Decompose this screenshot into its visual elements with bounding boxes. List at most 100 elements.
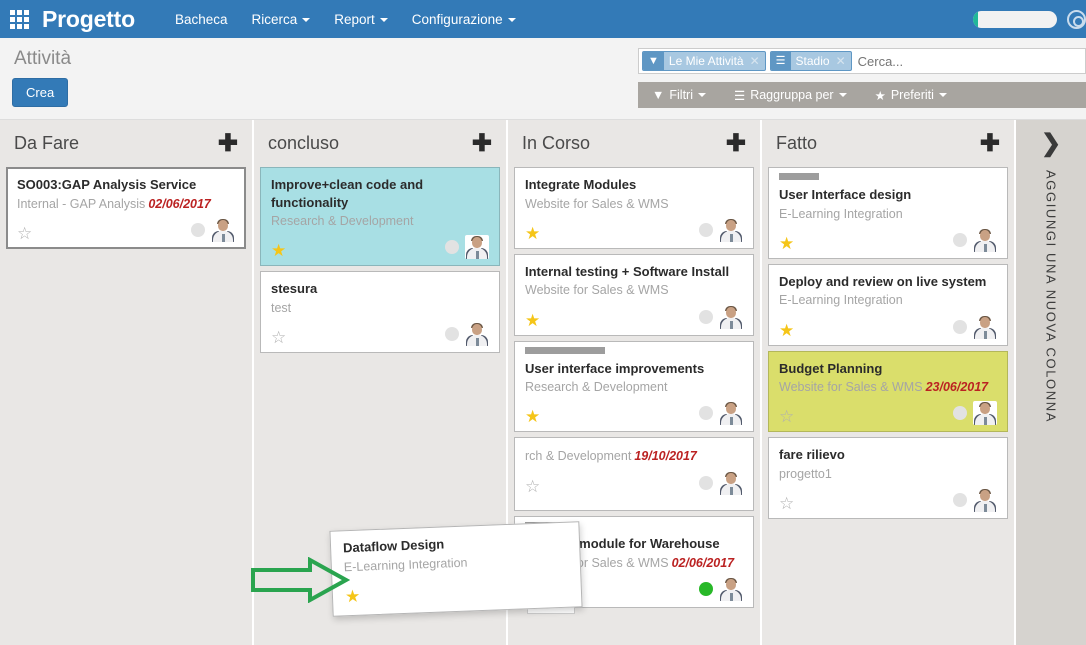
- systray-pill[interactable]: [973, 10, 1057, 28]
- column-header: In Corso ✚: [508, 120, 760, 167]
- avatar[interactable]: [973, 314, 997, 339]
- status-dot-green[interactable]: [699, 582, 713, 597]
- kanban-card[interactable]: stesura test ☆: [260, 271, 500, 354]
- menu-item-label: Report: [334, 11, 375, 27]
- filters-button[interactable]: ▼ Filtri: [638, 82, 720, 108]
- avatar[interactable]: [719, 304, 743, 329]
- card-footer-right: [191, 217, 235, 242]
- card-footer: ☆: [17, 216, 235, 242]
- star-icon[interactable]: ★: [345, 587, 361, 607]
- add-column-label: AGGIUNGI UNA NUOVA COLONNA: [1043, 170, 1059, 424]
- add-card-button[interactable]: ✚: [218, 131, 238, 156]
- column-header: Da Fare ✚: [0, 120, 252, 167]
- status-dot-grey[interactable]: [953, 232, 967, 247]
- star-icon[interactable]: ☆: [779, 495, 794, 512]
- filters-label: Filtri: [669, 88, 693, 102]
- avatar[interactable]: [973, 401, 997, 426]
- avatar[interactable]: [211, 217, 235, 242]
- menu-item-report[interactable]: Report: [322, 2, 400, 37]
- star-icon[interactable]: ★: [525, 225, 540, 242]
- chevron-down-icon: [379, 17, 388, 22]
- kanban-card[interactable]: rch & Development 19/10/2017 ☆: [514, 437, 754, 512]
- card-footer-right: [953, 227, 997, 252]
- card-subtitle-row: E-Learning Integration: [779, 206, 997, 222]
- apps-grid-icon[interactable]: [0, 0, 38, 38]
- facet-stadio[interactable]: ☰ Stadio ✕: [769, 51, 852, 71]
- star-icon[interactable]: ★: [779, 322, 794, 339]
- card-title: Internal testing + Software Install: [525, 263, 730, 279]
- kanban-card[interactable]: Internal testing + Software Install Websi…: [514, 253, 754, 336]
- add-card-button[interactable]: ✚: [726, 131, 746, 156]
- card-footer: ★: [779, 313, 997, 339]
- app-brand-title: Progetto: [42, 5, 135, 32]
- menu-item-label: Ricerca: [251, 11, 298, 27]
- avatar[interactable]: [719, 217, 743, 242]
- avatar[interactable]: [973, 227, 997, 252]
- status-dot-grey[interactable]: [699, 222, 713, 237]
- status-dot-grey[interactable]: [191, 222, 205, 237]
- status-dot-grey[interactable]: [699, 475, 713, 490]
- menu-item-bacheca[interactable]: Bacheca: [163, 2, 240, 37]
- status-dot-grey[interactable]: [445, 240, 459, 255]
- group-by-icon: ☰: [770, 52, 791, 70]
- star-icon[interactable]: ★: [525, 312, 540, 329]
- kanban-card[interactable]: fare rilievo progetto1 ☆: [768, 437, 1008, 520]
- favorites-label: Preferiti: [890, 88, 934, 102]
- avatar[interactable]: [465, 235, 489, 260]
- avatar[interactable]: [719, 401, 743, 426]
- group-by-button[interactable]: ☰ Raggruppa per: [720, 82, 861, 108]
- card-subtitle: Website for Sales & WMS: [525, 283, 669, 298]
- kanban-card[interactable]: User Interface design E-Learning Integrat…: [768, 167, 1008, 259]
- kanban-card[interactable]: Budget Planning Website for Sales & WMS 23…: [768, 350, 1008, 433]
- user-menu-icon[interactable]: [1067, 9, 1086, 29]
- add-card-button[interactable]: ✚: [980, 131, 1000, 156]
- star-icon[interactable]: ☆: [525, 478, 540, 495]
- status-dot-grey[interactable]: [445, 327, 459, 342]
- card-title: User interface improvements: [525, 360, 705, 376]
- add-card-button[interactable]: ✚: [472, 131, 492, 156]
- close-icon[interactable]: ✕: [835, 54, 851, 68]
- avatar[interactable]: [973, 488, 997, 513]
- kanban-card[interactable]: SO003:GAP Analysis Service Internal - GAP…: [6, 167, 246, 249]
- star-icon[interactable]: ☆: [271, 329, 286, 346]
- card-title: stesura: [271, 281, 318, 297]
- star-icon[interactable]: ★: [525, 408, 540, 425]
- avatar[interactable]: [719, 577, 743, 602]
- star-icon[interactable]: ☆: [17, 225, 32, 242]
- close-icon[interactable]: ✕: [749, 54, 765, 68]
- star-icon[interactable]: ★: [779, 235, 794, 252]
- filter-toolbar: ▼ Filtri ☰ Raggruppa per ★ Preferiti: [638, 82, 1086, 108]
- menu-item-configurazione[interactable]: Configurazione: [400, 2, 528, 37]
- add-column-rail[interactable]: ❯ AGGIUNGI UNA NUOVA COLONNA: [1016, 120, 1086, 645]
- card-title: SO003:GAP Analysis Service: [17, 177, 197, 192]
- avatar[interactable]: [465, 322, 489, 347]
- card-title: Budget Planning: [779, 360, 883, 376]
- facet-label: Stadio: [795, 54, 830, 68]
- star-icon[interactable]: ★: [271, 242, 286, 259]
- status-dot-grey[interactable]: [699, 309, 713, 324]
- status-dot-grey[interactable]: [953, 319, 967, 334]
- card-subtitle: Research & Development: [271, 214, 414, 229]
- status-dot-grey[interactable]: [699, 406, 713, 421]
- facet-le-mie-attivita[interactable]: ▼ Le Mie Attività ✕: [642, 51, 766, 71]
- kanban-card[interactable]: Deploy and review on live system E-Learni…: [768, 263, 1008, 346]
- favorites-button[interactable]: ★ Preferiti: [861, 82, 961, 108]
- dragged-card[interactable]: Dataflow Design E-Learning Integration ★: [329, 521, 583, 617]
- kanban-card[interactable]: Integrate Modules Website for Sales & WMS…: [514, 167, 754, 249]
- card-tag-bar: [525, 346, 605, 354]
- status-dot-grey[interactable]: [953, 493, 967, 508]
- star-icon[interactable]: ☆: [779, 408, 794, 425]
- create-button[interactable]: Crea: [12, 78, 69, 107]
- menu-item-ricerca[interactable]: Ricerca: [240, 2, 323, 37]
- control-panel: Attività Crea ▼ Le Mie Attività ✕ ☰ Stad…: [0, 38, 1086, 120]
- avatar[interactable]: [719, 470, 743, 495]
- kanban-card[interactable]: Improve+clean code and functionality Rese…: [260, 167, 500, 267]
- card-deadline-date: 23/06/2017: [925, 380, 989, 395]
- card-footer-right: [953, 488, 997, 513]
- status-dot-grey[interactable]: [953, 406, 967, 421]
- card-subtitle: Website for Sales & WMS: [779, 380, 923, 395]
- search-view[interactable]: ▼ Le Mie Attività ✕ ☰ Stadio ✕: [638, 48, 1086, 74]
- search-input[interactable]: [855, 50, 1082, 72]
- kanban-card[interactable]: User interface improvements Research & De…: [514, 340, 754, 433]
- facet-label: Le Mie Attività: [668, 54, 744, 68]
